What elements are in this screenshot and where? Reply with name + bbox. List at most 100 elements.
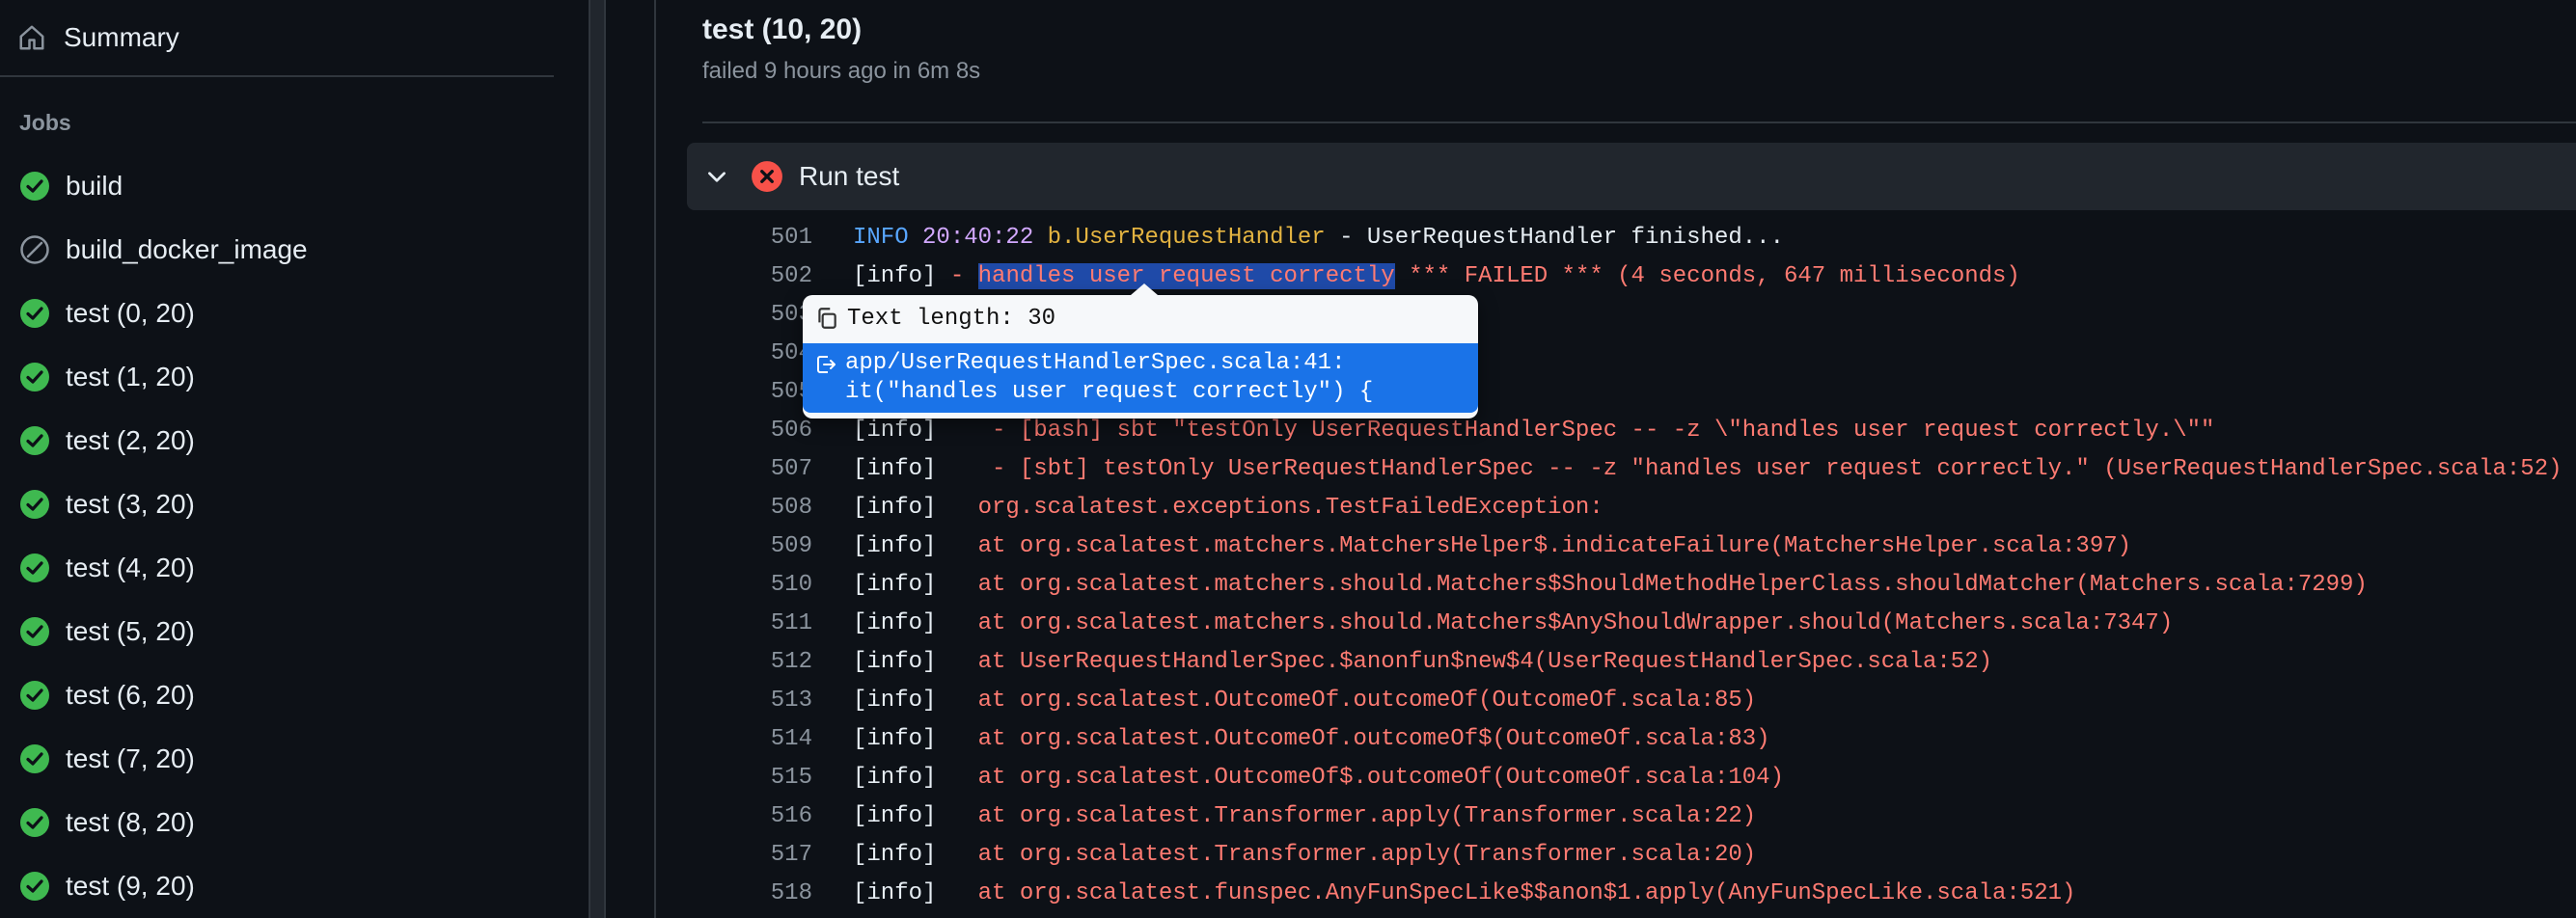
source-link-line2: it("handles user request correctly") {	[845, 379, 1374, 405]
sidebar-job-test-2[interactable]: test (2, 20)	[0, 409, 554, 472]
log-line: 515 [info] at org.scalatest.OutcomeOf$.o…	[687, 758, 2576, 796]
line-number[interactable]: 504	[687, 340, 812, 366]
job-label: test (0, 20)	[66, 298, 195, 328]
log-line: 514 [info] at org.scalatest.OutcomeOf.ou…	[687, 719, 2576, 758]
pane-splitter[interactable]	[589, 0, 606, 918]
copy-icon[interactable]	[814, 306, 839, 331]
home-icon	[19, 25, 44, 50]
check-circle-icon	[20, 744, 49, 773]
log-line: 508 [info] org.scalatest.exceptions.Test…	[687, 488, 2576, 526]
log-text: [info] at org.scalatest.funspec.AnyFunSp…	[853, 879, 2076, 906]
line-number[interactable]: 507	[687, 456, 812, 482]
log-text: [info] at org.scalatest.OutcomeOf.outcom…	[853, 725, 1770, 752]
log-line: 501 INFO 20:40:22 b.UserRequestHandler -…	[687, 218, 2576, 256]
sidebar-item-summary[interactable]: Summary	[0, 0, 554, 77]
job-label: test (3, 20)	[66, 489, 195, 519]
check-circle-icon	[20, 554, 49, 582]
sidebar-job-test-0[interactable]: test (0, 20)	[0, 282, 554, 345]
log-text: [info] org.scalatest.exceptions.TestFail…	[853, 494, 1603, 521]
sidebar-job-test-5[interactable]: test (5, 20)	[0, 600, 554, 663]
log-text: [info] - handles user request correctly …	[853, 262, 2020, 289]
job-label: test (2, 20)	[66, 425, 195, 455]
job-label: build_docker_image	[66, 234, 308, 264]
line-number[interactable]: 508	[687, 495, 812, 521]
sidebar-job-test-9[interactable]: test (9, 20)	[0, 854, 554, 918]
log-text: INFO 20:40:22 b.UserRequestHandler - Use…	[853, 224, 1784, 251]
log-text: [info] at org.scalatest.matchers.Matcher…	[853, 532, 2132, 559]
source-link-line1: app/UserRequestHandlerSpec.scala:41:	[845, 350, 1346, 376]
job-label: test (7, 20)	[66, 743, 195, 773]
line-number[interactable]: 511	[687, 610, 812, 636]
check-circle-icon	[20, 299, 49, 328]
line-number[interactable]: 509	[687, 533, 812, 559]
skipped-icon	[20, 235, 49, 264]
log-line: 502 [info] - handles user request correc…	[687, 256, 2576, 295]
log-line: 517 [info] at org.scalatest.Transformer.…	[687, 835, 2576, 874]
sidebar-job-build-docker-image[interactable]: build_docker_image	[0, 218, 554, 282]
sidebar-job-test-1[interactable]: test (1, 20)	[0, 345, 554, 409]
log-text: [info] at org.scalatest.Transformer.appl…	[853, 802, 1757, 829]
log-text: [info] at UserRequestHandlerSpec.$anonfu…	[853, 648, 1992, 675]
job-label: test (9, 20)	[66, 871, 195, 901]
selection-popup: Text length: 30 app/UserRequestHandlerSp…	[803, 284, 1478, 418]
step-name: Run test	[799, 161, 900, 191]
log-text: [info] at org.scalatest.OutcomeOf$.outco…	[853, 764, 1784, 791]
job-label: build	[66, 171, 123, 201]
job-header: test (10, 20) failed 9 hours ago in 6m 8…	[702, 0, 2576, 123]
job-title: test (10, 20)	[702, 14, 863, 45]
sidebar-job-test-8[interactable]: test (8, 20)	[0, 791, 554, 854]
log-text: [info] at org.scalatest.Transformer.appl…	[853, 841, 1757, 868]
line-number[interactable]: 503	[687, 302, 812, 328]
log-line: 518 [info] at org.scalatest.funspec.AnyF…	[687, 874, 2576, 912]
sidebar: Summary Jobs build build_docker_image te…	[0, 0, 589, 918]
check-circle-icon	[20, 426, 49, 455]
text-length-row: Text length: 30	[803, 295, 1478, 341]
selected-text: handles user request correctly	[977, 262, 1395, 289]
line-number[interactable]: 513	[687, 688, 812, 714]
log-text: [info] at org.scalatest.OutcomeOf.outcom…	[853, 687, 1757, 714]
line-number[interactable]: 516	[687, 803, 812, 829]
sidebar-job-build[interactable]: build	[0, 154, 554, 218]
text-length: Text length: 30	[847, 305, 1056, 332]
check-circle-icon	[20, 872, 49, 901]
log-line: 516 [info] at org.scalatest.Transformer.…	[687, 796, 2576, 835]
job-label: test (8, 20)	[66, 807, 195, 837]
job-label: test (4, 20)	[66, 553, 195, 582]
job-label: test (1, 20)	[66, 362, 195, 392]
check-circle-icon	[20, 808, 49, 837]
line-number[interactable]: 515	[687, 765, 812, 791]
x-circle-icon	[752, 161, 782, 192]
jobs-heading: Jobs	[19, 110, 71, 135]
sidebar-job-test-7[interactable]: test (7, 20)	[0, 727, 554, 791]
line-number[interactable]: 517	[687, 842, 812, 868]
source-link[interactable]: app/UserRequestHandlerSpec.scala:41: it(…	[803, 343, 1478, 413]
open-link-icon	[817, 356, 836, 373]
job-list: build build_docker_image test (0, 20) te…	[0, 154, 554, 918]
sidebar-job-test-4[interactable]: test (4, 20)	[0, 536, 554, 600]
line-number[interactable]: 505	[687, 379, 812, 405]
log-line: 509 [info] at org.scalatest.matchers.Mat…	[687, 526, 2576, 565]
log-line: 512 [info] at UserRequestHandlerSpec.$an…	[687, 642, 2576, 681]
line-number[interactable]: 512	[687, 649, 812, 675]
step-header-run-test[interactable]: Run test	[687, 143, 2576, 210]
check-circle-icon	[20, 490, 49, 519]
line-number[interactable]: 506	[687, 418, 812, 444]
log-line: 510 [info] at org.scalatest.matchers.sho…	[687, 565, 2576, 604]
line-number[interactable]: 518	[687, 880, 812, 906]
sidebar-job-test-3[interactable]: test (3, 20)	[0, 472, 554, 536]
job-label: test (6, 20)	[66, 680, 195, 710]
chevron-down-icon[interactable]	[704, 164, 729, 189]
log-line: 507 [info] - [sbt] testOnly UserRequestH…	[687, 449, 2576, 488]
sidebar-job-test-6[interactable]: test (6, 20)	[0, 663, 554, 727]
line-number[interactable]: 501	[687, 225, 812, 251]
check-circle-icon	[20, 172, 49, 201]
line-number[interactable]: 514	[687, 726, 812, 752]
log-line: 513 [info] at org.scalatest.OutcomeOf.ou…	[687, 681, 2576, 719]
log-text: [info] - [sbt] testOnly UserRequestHandl…	[853, 455, 2562, 482]
line-number[interactable]: 510	[687, 572, 812, 598]
line-number[interactable]: 502	[687, 263, 812, 289]
check-circle-icon	[20, 363, 49, 392]
check-circle-icon	[20, 617, 49, 646]
log-text: [info] at org.scalatest.matchers.should.…	[853, 571, 2368, 598]
log-text: [info] - [bash] sbt "testOnly UserReques…	[853, 417, 2215, 444]
